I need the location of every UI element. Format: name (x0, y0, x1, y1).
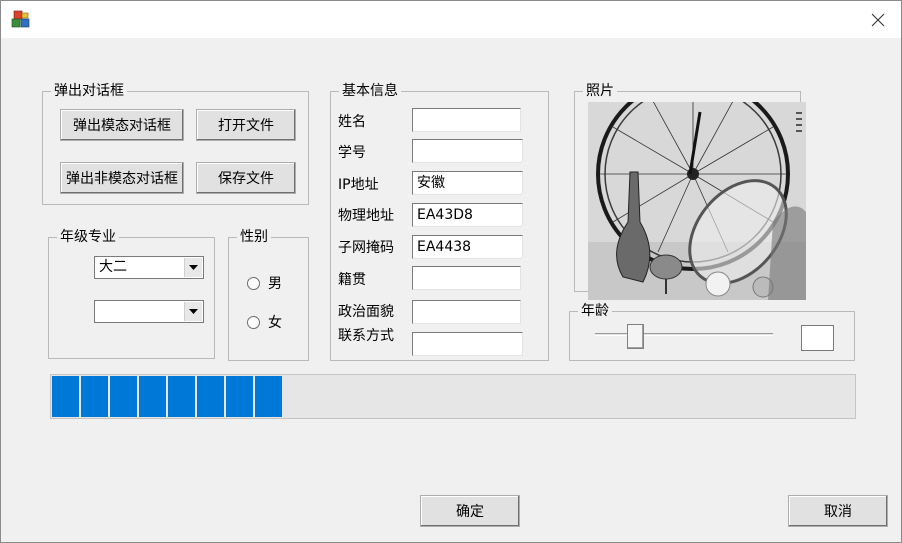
student-id-field[interactable] (412, 139, 523, 163)
photo-illustration (588, 102, 806, 300)
mac-address-label: 物理地址 (338, 208, 394, 224)
progress-block (52, 376, 79, 417)
age-group-title: 年龄 (578, 302, 612, 320)
subnet-mask-field[interactable]: EA4438 (412, 235, 523, 259)
app-icon (11, 10, 30, 28)
native-place-label: 籍贯 (338, 272, 366, 288)
mac-address-field[interactable]: EA43D8 (412, 203, 523, 227)
progress-block (168, 376, 195, 417)
native-place-field[interactable] (412, 266, 521, 290)
political-status-field[interactable] (412, 300, 521, 324)
close-button[interactable] (855, 1, 901, 38)
save-file-button[interactable]: 保存文件 (196, 162, 296, 194)
gender-groupbox: 性别 (228, 228, 309, 361)
cancel-button[interactable]: 取消 (788, 495, 888, 527)
basic-info-group-title: 基本信息 (339, 82, 401, 100)
ok-button[interactable]: 确定 (420, 495, 520, 527)
radio-circle-icon[interactable] (247, 315, 260, 329)
contact-field[interactable] (412, 332, 523, 356)
ip-address-label: IP地址 (338, 177, 379, 193)
gender-male-label: 男 (268, 276, 282, 292)
modal-dialog-button[interactable]: 弹出模态对话框 (60, 109, 184, 141)
progress-fill (52, 376, 284, 417)
grade-select[interactable]: 大二 (94, 256, 204, 279)
chevron-down-icon[interactable] (184, 302, 202, 321)
political-status-label: 政治面貌 (338, 304, 394, 320)
name-field[interactable] (412, 108, 521, 132)
gender-radio-male[interactable]: 男 (247, 273, 282, 293)
contact-label: 联系方式 (338, 328, 394, 344)
radio-circle-icon[interactable] (247, 276, 260, 290)
photo-image (588, 102, 806, 300)
chevron-down-icon[interactable] (184, 258, 202, 277)
progress-block (226, 376, 253, 417)
open-file-button[interactable]: 打开文件 (196, 109, 296, 141)
age-field[interactable] (801, 325, 834, 351)
photo-group-title: 照片 (583, 82, 617, 100)
dialog-group-title: 弹出对话框 (51, 82, 127, 100)
grade-select-value: 大二 (99, 259, 127, 275)
grade-major-group-title: 年级专业 (57, 228, 119, 246)
ip-address-field[interactable]: 安徽 (412, 171, 523, 195)
age-slider-thumb[interactable] (627, 324, 644, 349)
major-select[interactable] (94, 300, 204, 323)
gender-group-title: 性别 (237, 228, 271, 246)
progress-block (110, 376, 137, 417)
close-icon (871, 13, 885, 26)
student-id-label: 学号 (338, 145, 366, 161)
modeless-dialog-button[interactable]: 弹出非模态对话框 (60, 162, 184, 194)
progress-block (139, 376, 166, 417)
title-bar (1, 1, 901, 38)
age-slider-track[interactable] (595, 333, 773, 336)
progress-block (255, 376, 282, 417)
name-label: 姓名 (338, 114, 366, 130)
progress-block (197, 376, 224, 417)
gender-female-label: 女 (268, 315, 282, 331)
gender-radio-female[interactable]: 女 (247, 312, 282, 332)
progress-bar (50, 374, 856, 419)
subnet-mask-label: 子网掩码 (338, 240, 394, 256)
main-window: 弹出对话框 弹出模态对话框 打开文件 弹出非模态对话框 保存文件 年级专业 大二… (0, 0, 902, 543)
progress-block (81, 376, 108, 417)
